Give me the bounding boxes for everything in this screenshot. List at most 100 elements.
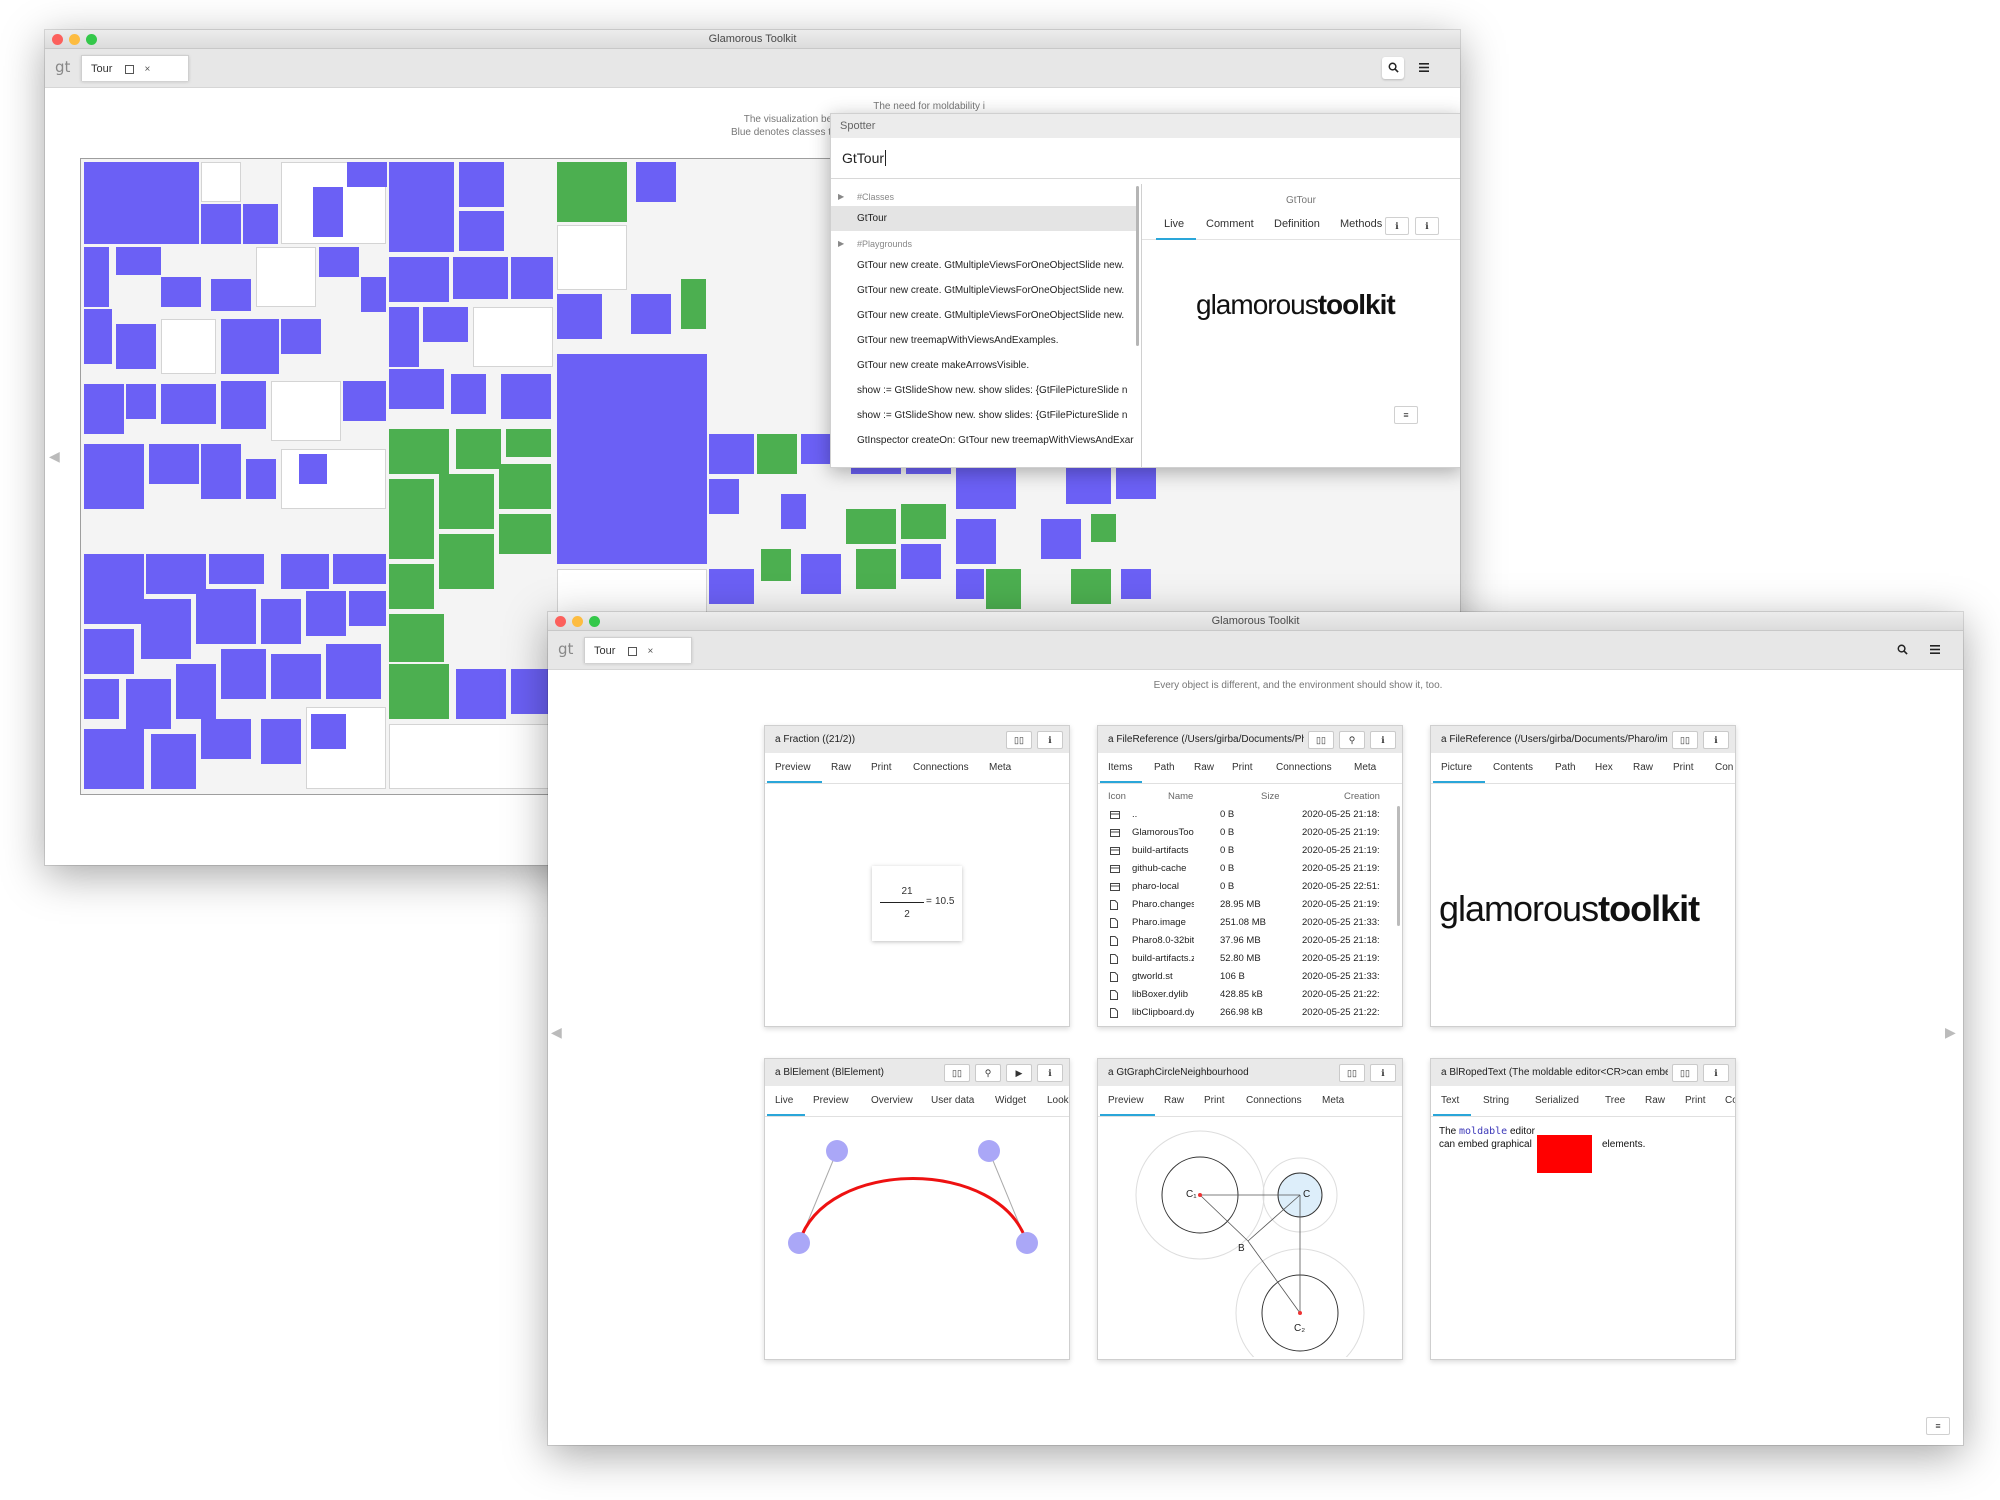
treemap-cell[interactable] bbox=[84, 247, 109, 307]
column-header[interactable]: Size bbox=[1261, 788, 1279, 806]
book-icon[interactable]: ▯▯ bbox=[1672, 1064, 1698, 1082]
treemap-cell[interactable] bbox=[281, 554, 329, 589]
treemap-cell[interactable] bbox=[151, 734, 196, 789]
tab-methods[interactable]: Methods bbox=[1340, 218, 1382, 230]
tab-picture[interactable]: Picture bbox=[1441, 762, 1472, 773]
treemap-cell[interactable] bbox=[439, 474, 494, 529]
tab-raw[interactable]: Raw bbox=[1194, 762, 1214, 773]
treemap-cell[interactable] bbox=[84, 554, 144, 624]
treemap-cell[interactable] bbox=[451, 374, 486, 414]
tab-preview[interactable]: Preview bbox=[813, 1095, 849, 1106]
next-slide-arrow[interactable]: ▶ bbox=[1945, 1024, 1956, 1041]
treemap-cell[interactable] bbox=[333, 554, 386, 584]
tab-raw[interactable]: Raw bbox=[1645, 1095, 1665, 1106]
tab-tour[interactable]: Tour × bbox=[81, 55, 189, 81]
search-button[interactable] bbox=[1891, 639, 1913, 661]
title-bar[interactable]: Glamorous Toolkit bbox=[548, 612, 1963, 631]
result-item[interactable]: show := GtSlideShow new. show slides: {G… bbox=[831, 378, 1139, 403]
tab-raw[interactable]: Raw bbox=[831, 762, 851, 773]
tab-user-data[interactable]: User data bbox=[931, 1095, 974, 1106]
info-icon[interactable]: ℹ bbox=[1037, 1064, 1063, 1082]
treemap-cell[interactable] bbox=[256, 247, 316, 307]
treemap-cell[interactable] bbox=[389, 479, 434, 559]
treemap-cell[interactable] bbox=[557, 225, 627, 290]
tab-contents[interactable]: Contents bbox=[1493, 762, 1533, 773]
treemap-cell[interactable] bbox=[201, 204, 241, 244]
treemap-cell[interactable] bbox=[389, 369, 444, 409]
treemap-cell[interactable] bbox=[1091, 514, 1116, 542]
tab-print[interactable]: Print bbox=[1685, 1095, 1706, 1106]
treemap-cell[interactable] bbox=[511, 257, 553, 299]
treemap-cell[interactable] bbox=[423, 307, 468, 342]
treemap-cell[interactable] bbox=[456, 429, 501, 469]
maximize-button[interactable] bbox=[589, 616, 600, 627]
tab-text[interactable]: Text bbox=[1441, 1095, 1459, 1106]
tab-hex[interactable]: Hex bbox=[1595, 762, 1613, 773]
treemap-cell[interactable] bbox=[161, 277, 201, 307]
treemap-cell[interactable] bbox=[1071, 569, 1111, 604]
result-item[interactable]: GtTour new create. GtMultipleViewsForOne… bbox=[831, 253, 1139, 278]
treemap-cell[interactable] bbox=[221, 649, 266, 699]
treemap-cell[interactable] bbox=[506, 429, 551, 457]
treemap-cell[interactable] bbox=[261, 719, 301, 764]
treemap-cell[interactable] bbox=[149, 444, 199, 484]
info-icon[interactable]: ℹ bbox=[1703, 1064, 1729, 1082]
treemap-cell[interactable] bbox=[781, 494, 806, 529]
tab-look[interactable]: Look bbox=[1047, 1095, 1069, 1106]
treemap-cell[interactable] bbox=[141, 599, 191, 659]
tab-comment[interactable]: Comment bbox=[1206, 218, 1254, 230]
expand-arrow-icon[interactable]: ▶ bbox=[838, 188, 844, 206]
treemap-cell[interactable] bbox=[439, 534, 494, 589]
treemap-cell[interactable] bbox=[211, 279, 251, 311]
table-row[interactable]: build-artifacts.zip 52.80 MB 2020-05-25 21… bbox=[1106, 950, 1396, 968]
treemap-cell[interactable] bbox=[84, 444, 144, 509]
treemap-cell[interactable] bbox=[271, 654, 321, 699]
tab-serialized[interactable]: Serialized bbox=[1535, 1095, 1579, 1106]
treemap-cell[interactable] bbox=[499, 514, 551, 554]
treemap-cell[interactable] bbox=[84, 309, 112, 364]
treemap-cell[interactable] bbox=[459, 162, 504, 207]
treemap-cell[interactable] bbox=[311, 714, 346, 749]
treemap-cell[interactable] bbox=[201, 444, 241, 499]
tab-raw[interactable]: Raw bbox=[1633, 762, 1653, 773]
treemap-cell[interactable] bbox=[956, 519, 996, 564]
treemap-cell[interactable] bbox=[349, 591, 386, 626]
book-icon[interactable]: ▯▯ bbox=[1339, 1064, 1365, 1082]
info-icon[interactable]: ℹ bbox=[1370, 731, 1396, 749]
treemap-cell[interactable] bbox=[84, 679, 119, 719]
treemap-cell[interactable] bbox=[459, 211, 504, 251]
treemap-cell[interactable] bbox=[126, 679, 171, 729]
tab-con[interactable]: Con bbox=[1725, 1095, 1735, 1106]
info-icon[interactable]: ℹ bbox=[1037, 731, 1063, 749]
treemap-cell[interactable] bbox=[116, 247, 161, 275]
treemap-cell[interactable] bbox=[856, 549, 896, 589]
treemap-cell[interactable] bbox=[306, 591, 346, 636]
treemap-cell[interactable] bbox=[361, 277, 386, 312]
treemap-cell[interactable] bbox=[221, 381, 266, 429]
maximize-tab-icon[interactable] bbox=[125, 64, 135, 74]
result-item[interactable]: GtTour new create makeArrowsVisible. bbox=[831, 353, 1139, 378]
treemap-cell[interactable] bbox=[709, 479, 739, 514]
tab-string[interactable]: String bbox=[1483, 1095, 1509, 1106]
treemap-cell[interactable] bbox=[499, 464, 551, 509]
search-button[interactable] bbox=[1382, 57, 1404, 79]
column-header[interactable]: Creation bbox=[1344, 788, 1380, 806]
treemap-cell[interactable] bbox=[84, 162, 199, 244]
tab-items[interactable]: Items bbox=[1108, 762, 1132, 773]
book-icon[interactable]: ▯▯ bbox=[944, 1064, 970, 1082]
treemap-cell[interactable] bbox=[347, 162, 387, 187]
play-icon[interactable]: ▶ bbox=[1006, 1064, 1032, 1082]
menu-button[interactable]: ≡ bbox=[1394, 406, 1418, 424]
expand-arrow-icon[interactable]: ▶ bbox=[838, 235, 844, 253]
treemap-cell[interactable] bbox=[709, 434, 754, 474]
treemap-cell[interactable] bbox=[246, 459, 276, 499]
close-tab-icon[interactable]: × bbox=[648, 646, 654, 657]
treemap-cell[interactable] bbox=[161, 384, 216, 424]
tab-raw[interactable]: Raw bbox=[1164, 1095, 1184, 1106]
tab-path[interactable]: Path bbox=[1555, 762, 1576, 773]
menu-button[interactable] bbox=[1924, 639, 1946, 661]
treemap-cell[interactable] bbox=[146, 554, 206, 594]
menu-button[interactable] bbox=[1413, 57, 1435, 79]
tab-meta[interactable]: Meta bbox=[1354, 762, 1376, 773]
spotter-scrollbar[interactable] bbox=[1136, 186, 1139, 346]
